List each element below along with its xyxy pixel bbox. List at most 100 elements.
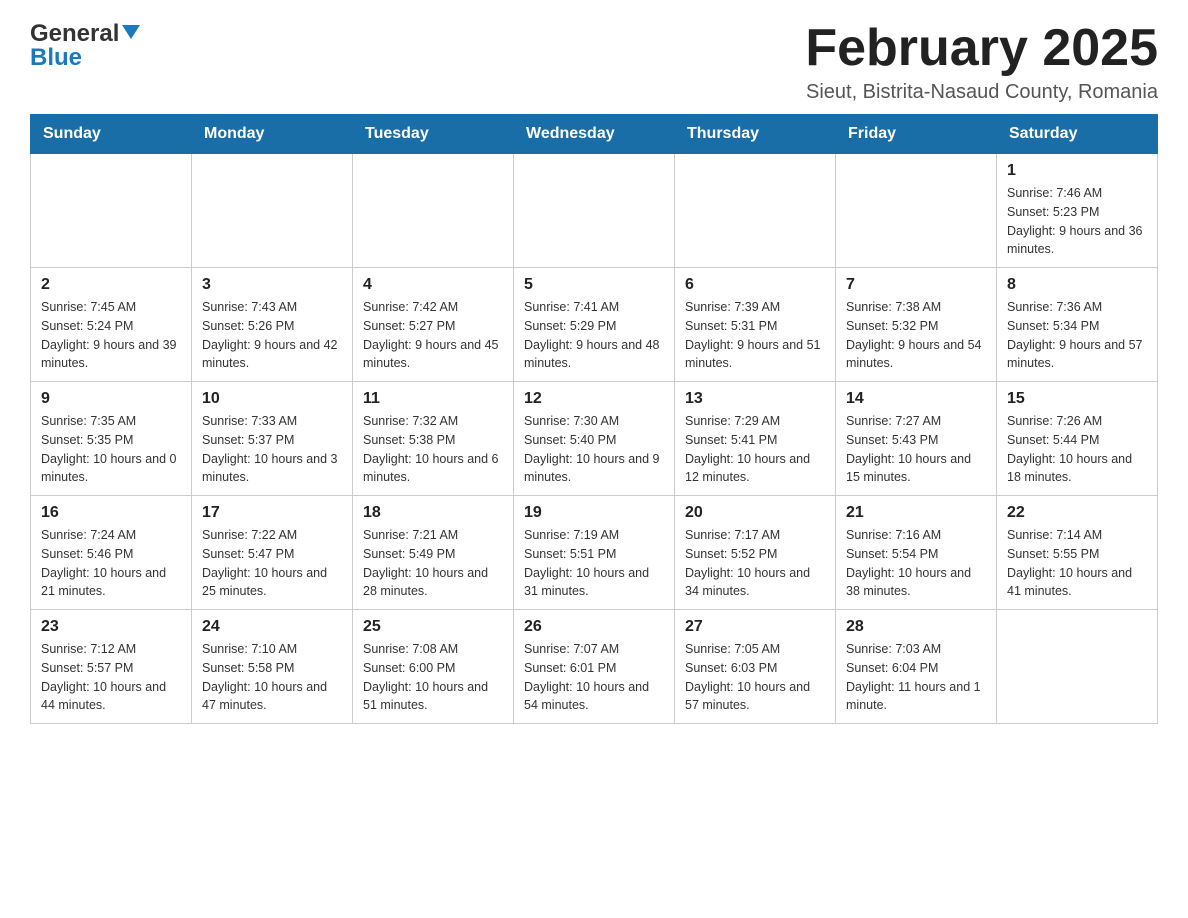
day-info: Sunrise: 7:38 AM Sunset: 5:32 PM Dayligh… (846, 298, 986, 373)
calendar-cell (514, 154, 675, 268)
calendar-cell: 2Sunrise: 7:45 AM Sunset: 5:24 PM Daylig… (31, 268, 192, 382)
day-number: 9 (41, 390, 181, 408)
calendar-cell (353, 154, 514, 268)
day-info: Sunrise: 7:32 AM Sunset: 5:38 PM Dayligh… (363, 412, 503, 487)
day-info: Sunrise: 7:42 AM Sunset: 5:27 PM Dayligh… (363, 298, 503, 373)
calendar-subtitle: Sieut, Bistrita-Nasaud County, Romania (805, 81, 1158, 104)
calendar-cell: 28 Sunrise: 7:03 AM Sunset: 6:04 PM Dayli… (836, 610, 997, 724)
calendar-cell: 6Sunrise: 7:39 AM Sunset: 5:31 PM Daylig… (675, 268, 836, 382)
day-number: 15 (1007, 390, 1147, 408)
day-info: Sunrise: 7:22 AM Sunset: 5:47 PM Dayligh… (202, 526, 342, 601)
day-number: 25 (363, 618, 503, 636)
day-number: 2 (41, 276, 181, 294)
calendar-cell: 23 Sunrise: 7:12 AM Sunset: 5:57 PM Dayli… (31, 610, 192, 724)
day-number: 20 (685, 504, 825, 522)
day-number: 10 (202, 390, 342, 408)
weekday-header-saturday: Saturday (997, 115, 1158, 154)
calendar-cell: 7 Sunrise: 7:38 AM Sunset: 5:32 PM Daylig… (836, 268, 997, 382)
day-number: 27 (685, 618, 825, 636)
day-info: Sunrise: 7:41 AM Sunset: 5:29 PM Dayligh… (524, 298, 664, 373)
calendar-cell: 22Sunrise: 7:14 AM Sunset: 5:55 PM Dayli… (997, 496, 1158, 610)
day-info: Sunrise: 7:30 AM Sunset: 5:40 PM Dayligh… (524, 412, 664, 487)
calendar-cell: 17 Sunrise: 7:22 AM Sunset: 5:47 PM Dayli… (192, 496, 353, 610)
calendar-cell (836, 154, 997, 268)
day-info: Sunrise: 7:39 AM Sunset: 5:31 PM Dayligh… (685, 298, 825, 373)
day-info: Sunrise: 7:43 AM Sunset: 5:26 PM Dayligh… (202, 298, 342, 373)
day-info: Sunrise: 7:21 AM Sunset: 5:49 PM Dayligh… (363, 526, 503, 601)
calendar-cell: 26 Sunrise: 7:07 AM Sunset: 6:01 PM Dayli… (514, 610, 675, 724)
calendar-cell (31, 154, 192, 268)
calendar-cell: 27 Sunrise: 7:05 AM Sunset: 6:03 PM Dayli… (675, 610, 836, 724)
page-header: General Blue February 2025 Sieut, Bistri… (30, 20, 1158, 104)
day-info: Sunrise: 7:03 AM Sunset: 6:04 PM Dayligh… (846, 640, 986, 715)
day-number: 18 (363, 504, 503, 522)
weekday-header-friday: Friday (836, 115, 997, 154)
day-number: 13 (685, 390, 825, 408)
calendar-cell: 3Sunrise: 7:43 AM Sunset: 5:26 PM Daylig… (192, 268, 353, 382)
calendar-cell: 25 Sunrise: 7:08 AM Sunset: 6:00 PM Dayli… (353, 610, 514, 724)
calendar-week-row: 9 Sunrise: 7:35 AM Sunset: 5:35 PM Daylig… (31, 382, 1158, 496)
calendar-cell: 9 Sunrise: 7:35 AM Sunset: 5:35 PM Daylig… (31, 382, 192, 496)
day-number: 4 (363, 276, 503, 294)
calendar-cell (997, 610, 1158, 724)
day-info: Sunrise: 7:46 AM Sunset: 5:23 PM Dayligh… (1007, 184, 1147, 259)
calendar-cell: 14 Sunrise: 7:27 AM Sunset: 5:43 PM Dayli… (836, 382, 997, 496)
day-info: Sunrise: 7:36 AM Sunset: 5:34 PM Dayligh… (1007, 298, 1147, 373)
calendar-cell: 10 Sunrise: 7:33 AM Sunset: 5:37 PM Dayli… (192, 382, 353, 496)
day-number: 14 (846, 390, 986, 408)
calendar-cell (192, 154, 353, 268)
calendar-week-row: 1 Sunrise: 7:46 AM Sunset: 5:23 PM Daylig… (31, 154, 1158, 268)
day-number: 16 (41, 504, 181, 522)
day-number: 23 (41, 618, 181, 636)
logo: General Blue (30, 20, 140, 72)
day-info: Sunrise: 7:29 AM Sunset: 5:41 PM Dayligh… (685, 412, 825, 487)
day-info: Sunrise: 7:27 AM Sunset: 5:43 PM Dayligh… (846, 412, 986, 487)
calendar-cell: 24 Sunrise: 7:10 AM Sunset: 5:58 PM Dayli… (192, 610, 353, 724)
day-info: Sunrise: 7:16 AM Sunset: 5:54 PM Dayligh… (846, 526, 986, 601)
day-info: Sunrise: 7:19 AM Sunset: 5:51 PM Dayligh… (524, 526, 664, 601)
calendar-cell: 16 Sunrise: 7:24 AM Sunset: 5:46 PM Dayli… (31, 496, 192, 610)
day-info: Sunrise: 7:17 AM Sunset: 5:52 PM Dayligh… (685, 526, 825, 601)
calendar-cell: 13 Sunrise: 7:29 AM Sunset: 5:41 PM Dayli… (675, 382, 836, 496)
calendar-cell: 4 Sunrise: 7:42 AM Sunset: 5:27 PM Daylig… (353, 268, 514, 382)
day-number: 8 (1007, 276, 1147, 294)
logo-blue-text: Blue (30, 44, 82, 72)
calendar-table: SundayMondayTuesdayWednesdayThursdayFrid… (30, 114, 1158, 724)
day-number: 24 (202, 618, 342, 636)
day-number: 28 (846, 618, 986, 636)
calendar-cell: 19 Sunrise: 7:19 AM Sunset: 5:51 PM Dayli… (514, 496, 675, 610)
day-info: Sunrise: 7:07 AM Sunset: 6:01 PM Dayligh… (524, 640, 664, 715)
day-info: Sunrise: 7:26 AM Sunset: 5:44 PM Dayligh… (1007, 412, 1147, 487)
weekday-header-row: SundayMondayTuesdayWednesdayThursdayFrid… (31, 115, 1158, 154)
calendar-week-row: 16 Sunrise: 7:24 AM Sunset: 5:46 PM Dayli… (31, 496, 1158, 610)
day-info: Sunrise: 7:35 AM Sunset: 5:35 PM Dayligh… (41, 412, 181, 487)
day-info: Sunrise: 7:10 AM Sunset: 5:58 PM Dayligh… (202, 640, 342, 715)
day-info: Sunrise: 7:14 AM Sunset: 5:55 PM Dayligh… (1007, 526, 1147, 601)
day-info: Sunrise: 7:33 AM Sunset: 5:37 PM Dayligh… (202, 412, 342, 487)
calendar-cell: 8 Sunrise: 7:36 AM Sunset: 5:34 PM Daylig… (997, 268, 1158, 382)
day-number: 1 (1007, 162, 1147, 180)
day-info: Sunrise: 7:08 AM Sunset: 6:00 PM Dayligh… (363, 640, 503, 715)
day-number: 12 (524, 390, 664, 408)
day-info: Sunrise: 7:24 AM Sunset: 5:46 PM Dayligh… (41, 526, 181, 601)
calendar-week-row: 2Sunrise: 7:45 AM Sunset: 5:24 PM Daylig… (31, 268, 1158, 382)
day-info: Sunrise: 7:12 AM Sunset: 5:57 PM Dayligh… (41, 640, 181, 715)
calendar-cell: 20 Sunrise: 7:17 AM Sunset: 5:52 PM Dayli… (675, 496, 836, 610)
day-info: Sunrise: 7:05 AM Sunset: 6:03 PM Dayligh… (685, 640, 825, 715)
calendar-title: February 2025 (805, 20, 1158, 77)
weekday-header-wednesday: Wednesday (514, 115, 675, 154)
calendar-cell: 21 Sunrise: 7:16 AM Sunset: 5:54 PM Dayli… (836, 496, 997, 610)
calendar-week-row: 23 Sunrise: 7:12 AM Sunset: 5:57 PM Dayli… (31, 610, 1158, 724)
calendar-cell: 11 Sunrise: 7:32 AM Sunset: 5:38 PM Dayli… (353, 382, 514, 496)
day-number: 26 (524, 618, 664, 636)
weekday-header-sunday: Sunday (31, 115, 192, 154)
calendar-cell: 15 Sunrise: 7:26 AM Sunset: 5:44 PM Dayli… (997, 382, 1158, 496)
calendar-cell: 1 Sunrise: 7:46 AM Sunset: 5:23 PM Daylig… (997, 154, 1158, 268)
day-number: 21 (846, 504, 986, 522)
day-number: 17 (202, 504, 342, 522)
day-number: 19 (524, 504, 664, 522)
calendar-title-block: February 2025 Sieut, Bistrita-Nasaud Cou… (805, 20, 1158, 104)
day-number: 7 (846, 276, 986, 294)
day-number: 11 (363, 390, 503, 408)
calendar-cell (675, 154, 836, 268)
